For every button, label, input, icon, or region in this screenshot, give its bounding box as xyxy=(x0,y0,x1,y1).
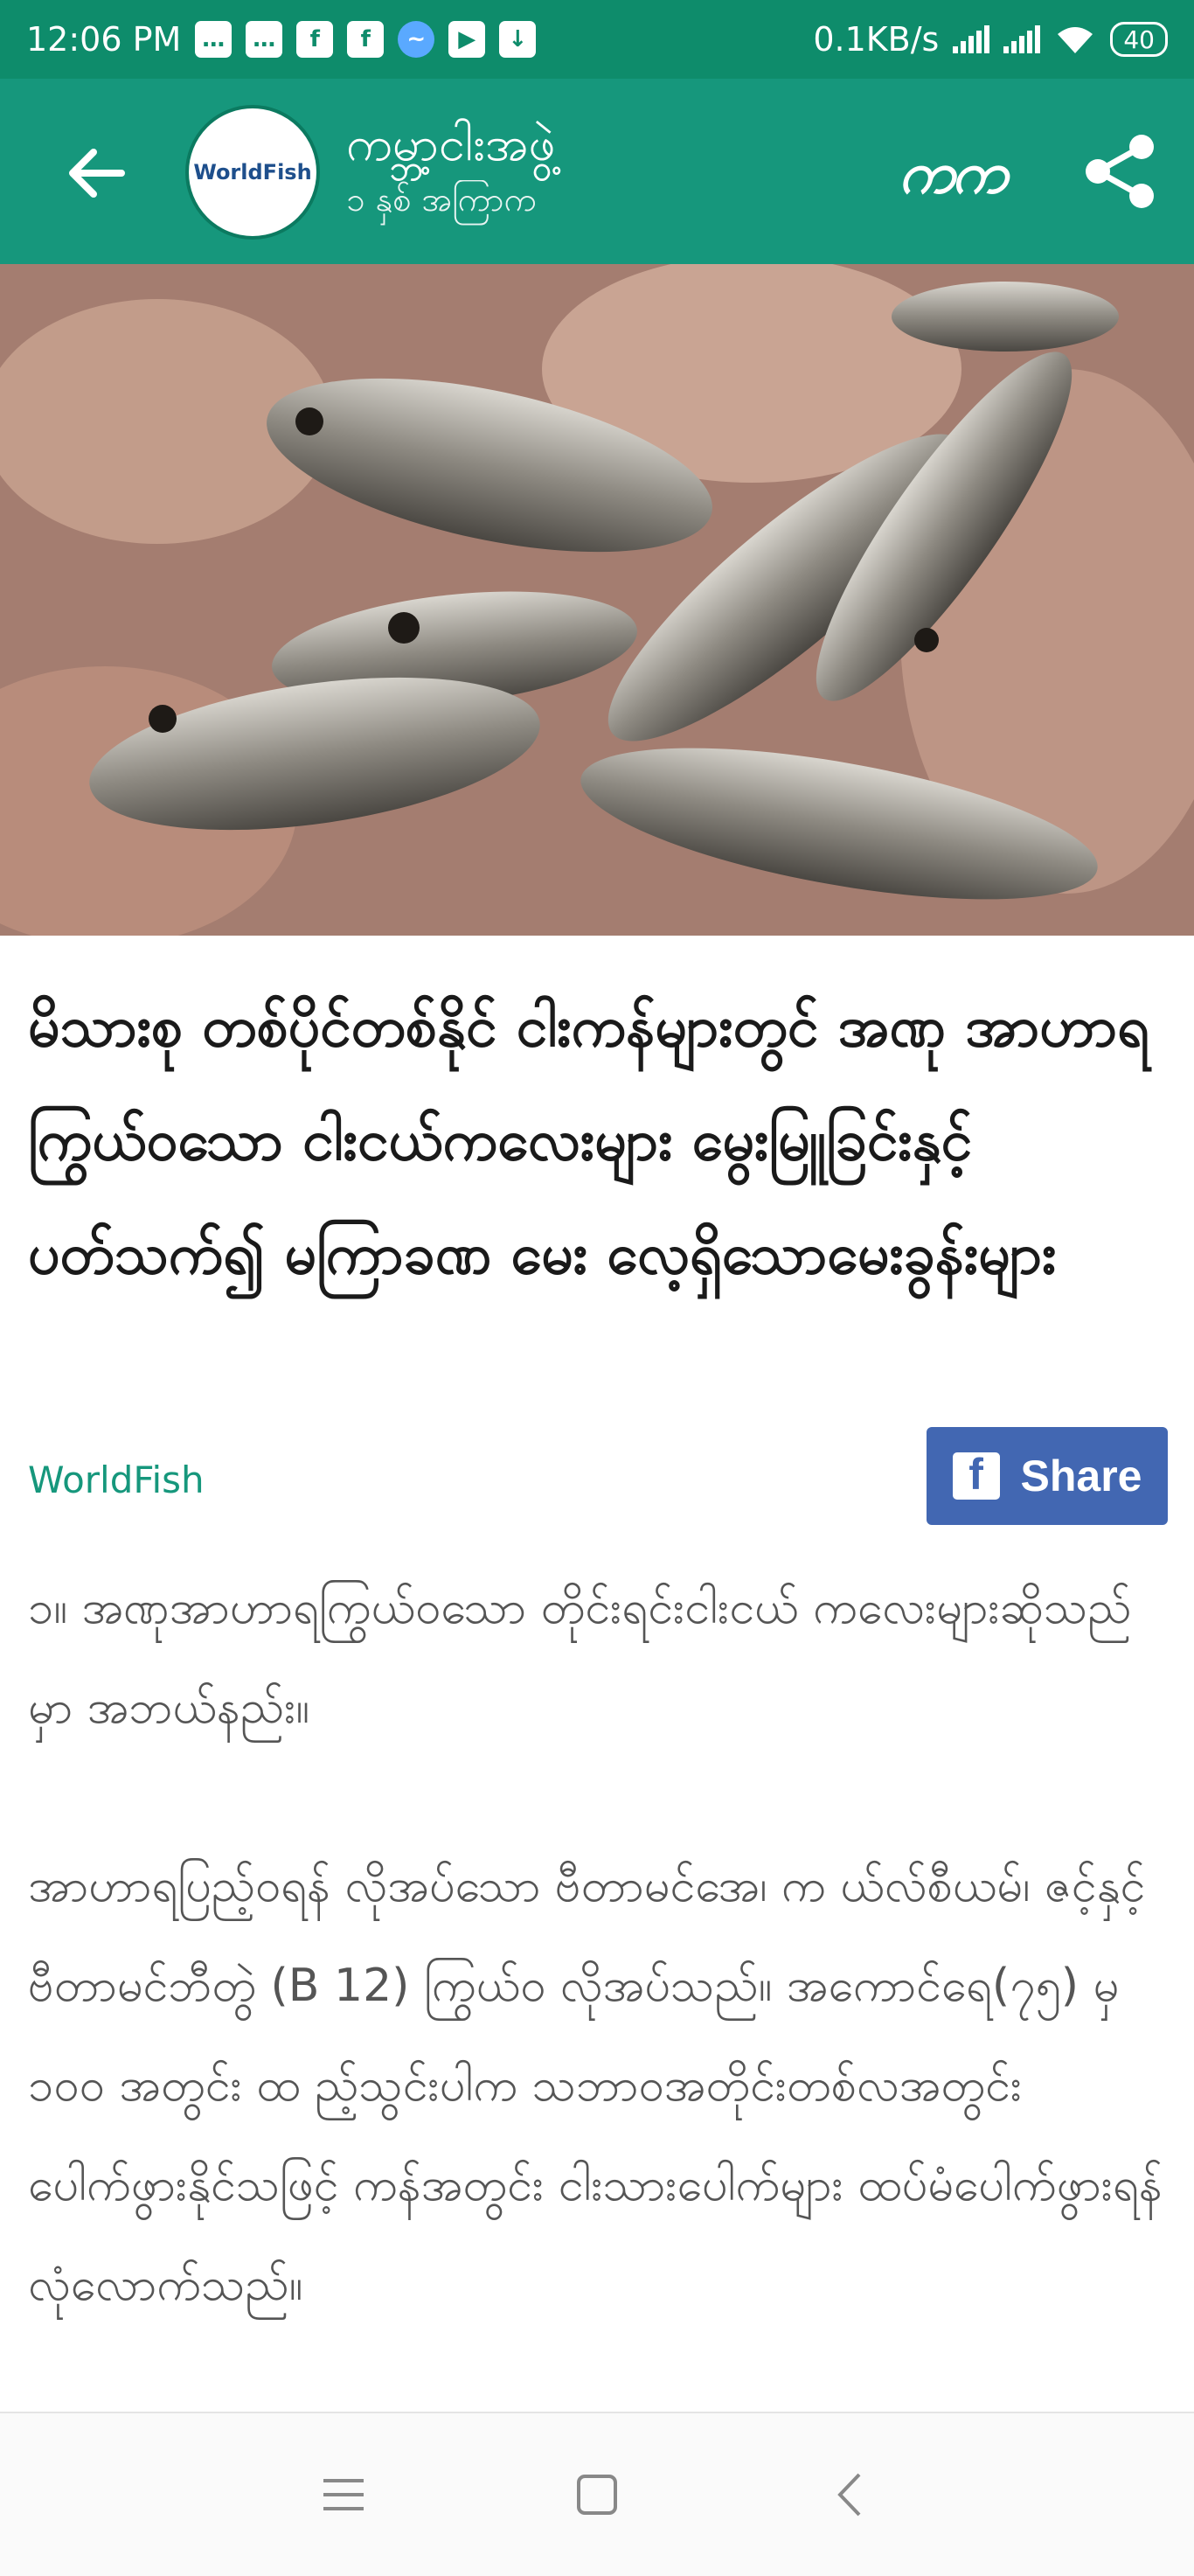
facebook-icon: f xyxy=(952,1452,1000,1500)
avatar-label: WorldFish xyxy=(193,160,312,184)
home-button[interactable] xyxy=(571,2468,623,2521)
facebook-icon: f xyxy=(347,21,385,58)
article-title: မိသားစု တစ်ပိုင်တစ်နိုင် ငါးကန်များတွင် … xyxy=(28,995,1149,1287)
app-bar: WorldFish ကမ္ဘာ့ငါးအဖွဲ့ ၁ နှစ် အကြာက ကက xyxy=(0,79,1194,264)
play-store-icon: ▶ xyxy=(448,21,486,58)
fish-photo xyxy=(0,264,1194,936)
article-paragraph-2: အာဟာရပြည့်ဝရန် လိုအပ်သော ဗီတာမင်အေ၊ က ယ်… xyxy=(28,1860,1163,2311)
share-label: Share xyxy=(1020,1452,1142,1500)
menu-icon xyxy=(323,2479,364,2510)
article-paragraph-1: ၁။ အဏုအာဟာရကြွယ်ဝသော တိုင်းရင်းငါးငယ် ကလ… xyxy=(28,1582,1132,1734)
wifi-icon xyxy=(1058,27,1093,53)
chat-icon: … xyxy=(246,21,283,58)
menu-button[interactable] xyxy=(317,2468,370,2521)
network-speed: 0.1KB/s xyxy=(813,20,940,59)
chat-icon: … xyxy=(195,21,233,58)
messenger-icon: ~ xyxy=(398,21,435,58)
battery-icon: 40 xyxy=(1110,22,1168,57)
signal-icon xyxy=(953,25,990,53)
battery-level: 40 xyxy=(1123,24,1155,54)
article-source[interactable]: WorldFish xyxy=(28,1459,205,1501)
avatar[interactable]: WorldFish xyxy=(185,105,320,240)
app-subtitle: ၁ နှစ် အကြာက xyxy=(346,180,537,219)
share-icon[interactable] xyxy=(1080,131,1161,212)
signal-icon xyxy=(1003,25,1041,53)
square-icon xyxy=(577,2475,617,2515)
article-hero-image xyxy=(0,264,1194,936)
download-icon: ↓ xyxy=(499,21,537,58)
back-nav-button[interactable] xyxy=(824,2468,877,2521)
font-toggle-button[interactable]: ကက xyxy=(899,136,1008,221)
status-time: 12:06 PM xyxy=(26,20,182,59)
arrow-left-icon xyxy=(69,149,125,198)
back-button[interactable] xyxy=(52,129,140,217)
status-bar: 12:06 PM … … f f ~ ▶ ↓ 0.1KB/s 40 xyxy=(0,0,1194,79)
chevron-left-icon xyxy=(837,2473,861,2517)
status-right: 0.1KB/s 40 xyxy=(813,20,1168,59)
facebook-icon: f xyxy=(296,21,334,58)
status-left: 12:06 PM … … f f ~ ▶ ↓ xyxy=(26,20,537,59)
app-title: ကမ္ဘာ့ငါးအဖွဲ့ xyxy=(346,116,556,171)
navigation-bar xyxy=(0,2412,1194,2576)
title-block: ကမ္ဘာ့ငါးအဖွဲ့ ၁ နှစ် အကြာက xyxy=(346,114,555,224)
facebook-share-button[interactable]: f Share xyxy=(927,1427,1168,1525)
